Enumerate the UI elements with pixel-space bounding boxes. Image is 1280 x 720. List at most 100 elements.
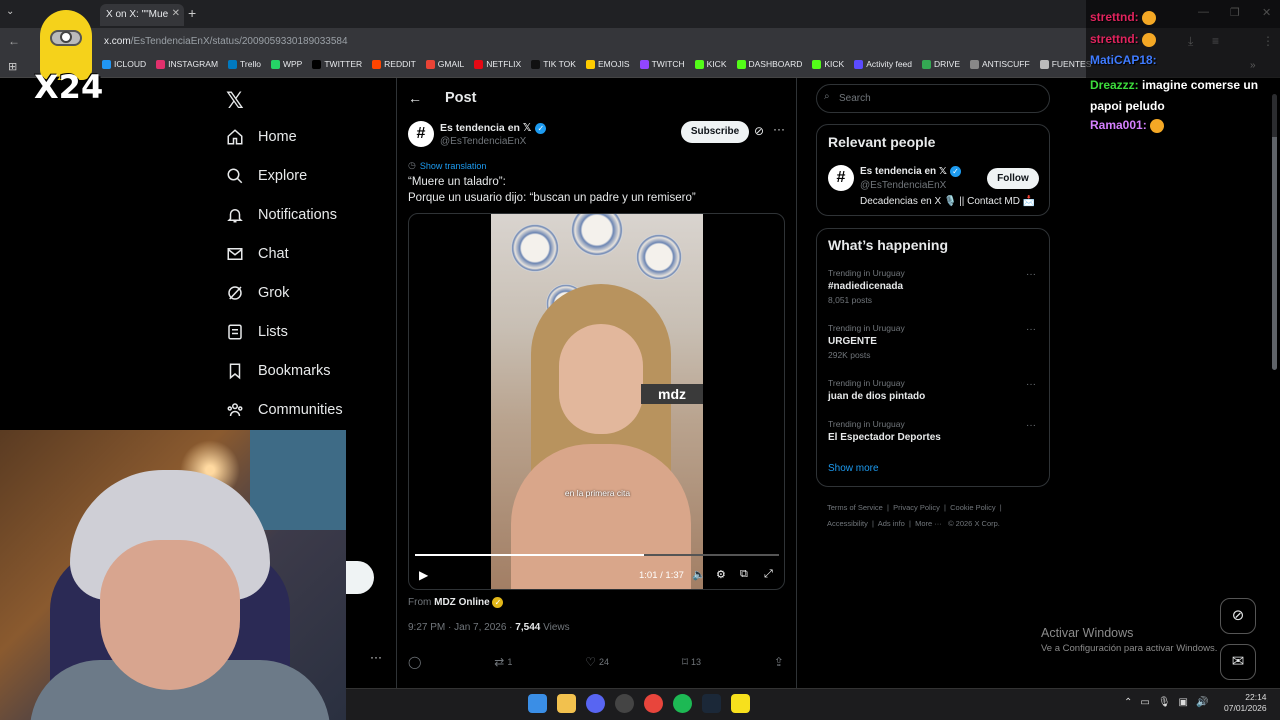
- back-icon[interactable]: ←: [8, 34, 20, 48]
- bookmark-item[interactable]: GMAIL: [425, 59, 464, 69]
- steam-icon[interactable]: [702, 694, 721, 713]
- spotify-icon[interactable]: [673, 694, 692, 713]
- bookmark-item[interactable]: INSTAGRAM: [156, 59, 218, 69]
- relevant-person-handle: @EsTendenciaEnX: [860, 180, 947, 191]
- sidebar-item-notifications[interactable]: Notifications: [226, 206, 337, 224]
- bookmark-label: Activity feed: [866, 59, 913, 69]
- browser-tab-active[interactable]: X on X: ""Mue ✕: [100, 4, 184, 26]
- x-logo-icon[interactable]: 𝕏: [226, 88, 244, 114]
- show-translation-link[interactable]: ◷ Show translation: [408, 160, 486, 171]
- post-timestamp[interactable]: 9:27 PM · Jan 7, 2026 ·: [408, 622, 513, 633]
- footer-link[interactable]: Privacy Policy: [893, 503, 940, 512]
- footer-link[interactable]: Accessibility: [827, 519, 868, 528]
- bookmark-item[interactable]: TWITTER: [312, 59, 362, 69]
- footer-links: Terms of Service | Privacy Policy | Cook…: [827, 503, 1002, 528]
- grok-fab-icon[interactable]: ⊘: [1220, 598, 1256, 634]
- network-icon[interactable]: ▣: [1179, 697, 1188, 708]
- fullscreen-icon[interactable]: ⤢: [764, 568, 773, 581]
- source-link[interactable]: MDZ Online: [434, 597, 490, 608]
- bookmark-item[interactable]: TIK TOK: [531, 59, 576, 69]
- trend-item[interactable]: Trending in Uruguay #nadiedicenada 8,051…: [828, 268, 905, 305]
- trend-item[interactable]: Trending in Uruguay El Espectador Deport…: [828, 419, 941, 443]
- footer-link[interactable]: Ads info: [878, 519, 905, 528]
- settings-icon[interactable]: ⚙: [716, 568, 726, 581]
- bookmark-button[interactable]: ⌑ 13: [682, 655, 701, 669]
- footer-link[interactable]: Terms of Service: [827, 503, 883, 512]
- bookmark-item[interactable]: Activity feed: [854, 59, 912, 69]
- trend-more-icon[interactable]: ···: [1026, 420, 1036, 431]
- footer-link[interactable]: Cookie Policy: [950, 503, 995, 512]
- subscribe-button[interactable]: Subscribe: [681, 121, 749, 143]
- back-arrow-icon[interactable]: ←: [408, 90, 422, 106]
- tray-expand-icon[interactable]: ⌃: [1124, 697, 1132, 708]
- tab-search-icon[interactable]: ⌄: [6, 6, 14, 17]
- bookmark-item[interactable]: EMOJIS: [585, 59, 630, 69]
- search-input[interactable]: Search: [816, 84, 1050, 113]
- close-tab-icon[interactable]: ✕: [172, 8, 180, 19]
- sidebar-item-lists[interactable]: Lists: [226, 323, 288, 341]
- discord-icon[interactable]: [586, 694, 605, 713]
- trend-more-icon[interactable]: ···: [1026, 269, 1036, 280]
- bookmark-item[interactable]: KICK: [694, 59, 727, 69]
- trend-more-icon[interactable]: ···: [1026, 379, 1036, 390]
- sticky-notes-icon[interactable]: [731, 694, 750, 713]
- sidebar-item-grok[interactable]: Grok: [226, 284, 289, 302]
- play-icon[interactable]: ▶: [419, 568, 428, 582]
- bookmark-item[interactable]: KICK: [812, 59, 844, 69]
- video-player[interactable]: mdz en la primera cita ▶ 1:01 / 1:37 🔈 ⚙…: [408, 213, 785, 590]
- volume-icon[interactable]: 🔊: [1196, 697, 1208, 708]
- chrome-icon[interactable]: [644, 694, 663, 713]
- apps-icon[interactable]: ⊞: [8, 60, 17, 73]
- trend-item[interactable]: Trending in Uruguay juan de dios pintado: [828, 378, 925, 402]
- windows-start-icon[interactable]: [528, 694, 547, 713]
- bookmark-item[interactable]: TWITCH: [639, 59, 685, 69]
- video-progress-bar[interactable]: [415, 554, 779, 556]
- bookmark-label: INSTAGRAM: [168, 59, 219, 69]
- taskbar-clock[interactable]: 22:14 07/01/2026: [1224, 692, 1267, 714]
- bookmark-item[interactable]: ICLOUD: [102, 59, 146, 69]
- bookmark-item[interactable]: DRIVE: [922, 59, 960, 69]
- bookmark-item[interactable]: REDDIT: [372, 59, 416, 69]
- obs-icon[interactable]: [615, 694, 634, 713]
- sidebar-item-communities[interactable]: Communities: [226, 401, 343, 419]
- sidebar-item-chat[interactable]: Chat: [226, 245, 289, 263]
- avatar[interactable]: #: [828, 165, 854, 191]
- bookmark-item[interactable]: FUENTES: [1039, 59, 1091, 69]
- heart-icon: ♡: [585, 655, 596, 669]
- volume-icon[interactable]: 🔈: [692, 568, 706, 581]
- bookmark-item[interactable]: ANTISCUFF: [970, 59, 1030, 69]
- avatar[interactable]: #: [408, 121, 434, 147]
- file-explorer-icon[interactable]: [557, 694, 576, 713]
- microphone-icon[interactable]: 🎙: [1158, 697, 1171, 708]
- trend-item[interactable]: Trending in Uruguay URGENTE 292K posts: [828, 323, 905, 360]
- show-more-link[interactable]: Show more: [828, 463, 879, 474]
- picture-in-picture-icon[interactable]: ⧉: [740, 568, 748, 581]
- author-handle[interactable]: @EsTendenciaEnX: [440, 136, 526, 147]
- share-button[interactable]: ⇪: [774, 655, 784, 669]
- sidebar-item-home[interactable]: Home: [226, 128, 297, 146]
- messages-fab-icon[interactable]: ✉: [1220, 644, 1256, 680]
- bookmark-label: ICLOUD: [114, 59, 147, 69]
- new-tab-icon[interactable]: +: [188, 5, 196, 21]
- retweet-button[interactable]: ⇄ 1: [494, 655, 512, 669]
- like-button[interactable]: ♡ 24: [585, 655, 609, 669]
- relevant-person-name[interactable]: Es tendencia en 𝕏 ✓: [860, 166, 961, 177]
- bookmark-item[interactable]: DASHBOARD: [736, 59, 802, 69]
- sidebar-item-explore[interactable]: Explore: [226, 167, 307, 185]
- follow-button[interactable]: Follow: [987, 168, 1039, 189]
- video-progress-fill: [415, 554, 645, 556]
- author-name[interactable]: Es tendencia en 𝕏 ✓: [440, 122, 547, 134]
- bookmark-item[interactable]: NETFLIX: [474, 59, 521, 69]
- trend-more-icon[interactable]: ···: [1026, 324, 1036, 335]
- more-options-icon[interactable]: ···: [773, 122, 785, 136]
- language-icon[interactable]: ▭: [1140, 697, 1149, 708]
- reply-button[interactable]: ◯: [408, 655, 421, 669]
- footer-link[interactable]: More ···: [915, 519, 942, 528]
- bookmark-item[interactable]: Trello: [228, 59, 261, 69]
- grok-explain-icon[interactable]: ⊘: [754, 124, 764, 138]
- tweet-text-line: Porque un usuario dijo: “buscan un padre…: [408, 192, 696, 204]
- bookmark-item[interactable]: WPP: [270, 59, 302, 69]
- sidebar-item-bookmarks[interactable]: Bookmarks: [226, 362, 331, 380]
- url-field[interactable]: x.com/EsTendenciaEnX/status/200905933018…: [104, 33, 348, 51]
- account-more-icon[interactable]: ···: [370, 650, 382, 664]
